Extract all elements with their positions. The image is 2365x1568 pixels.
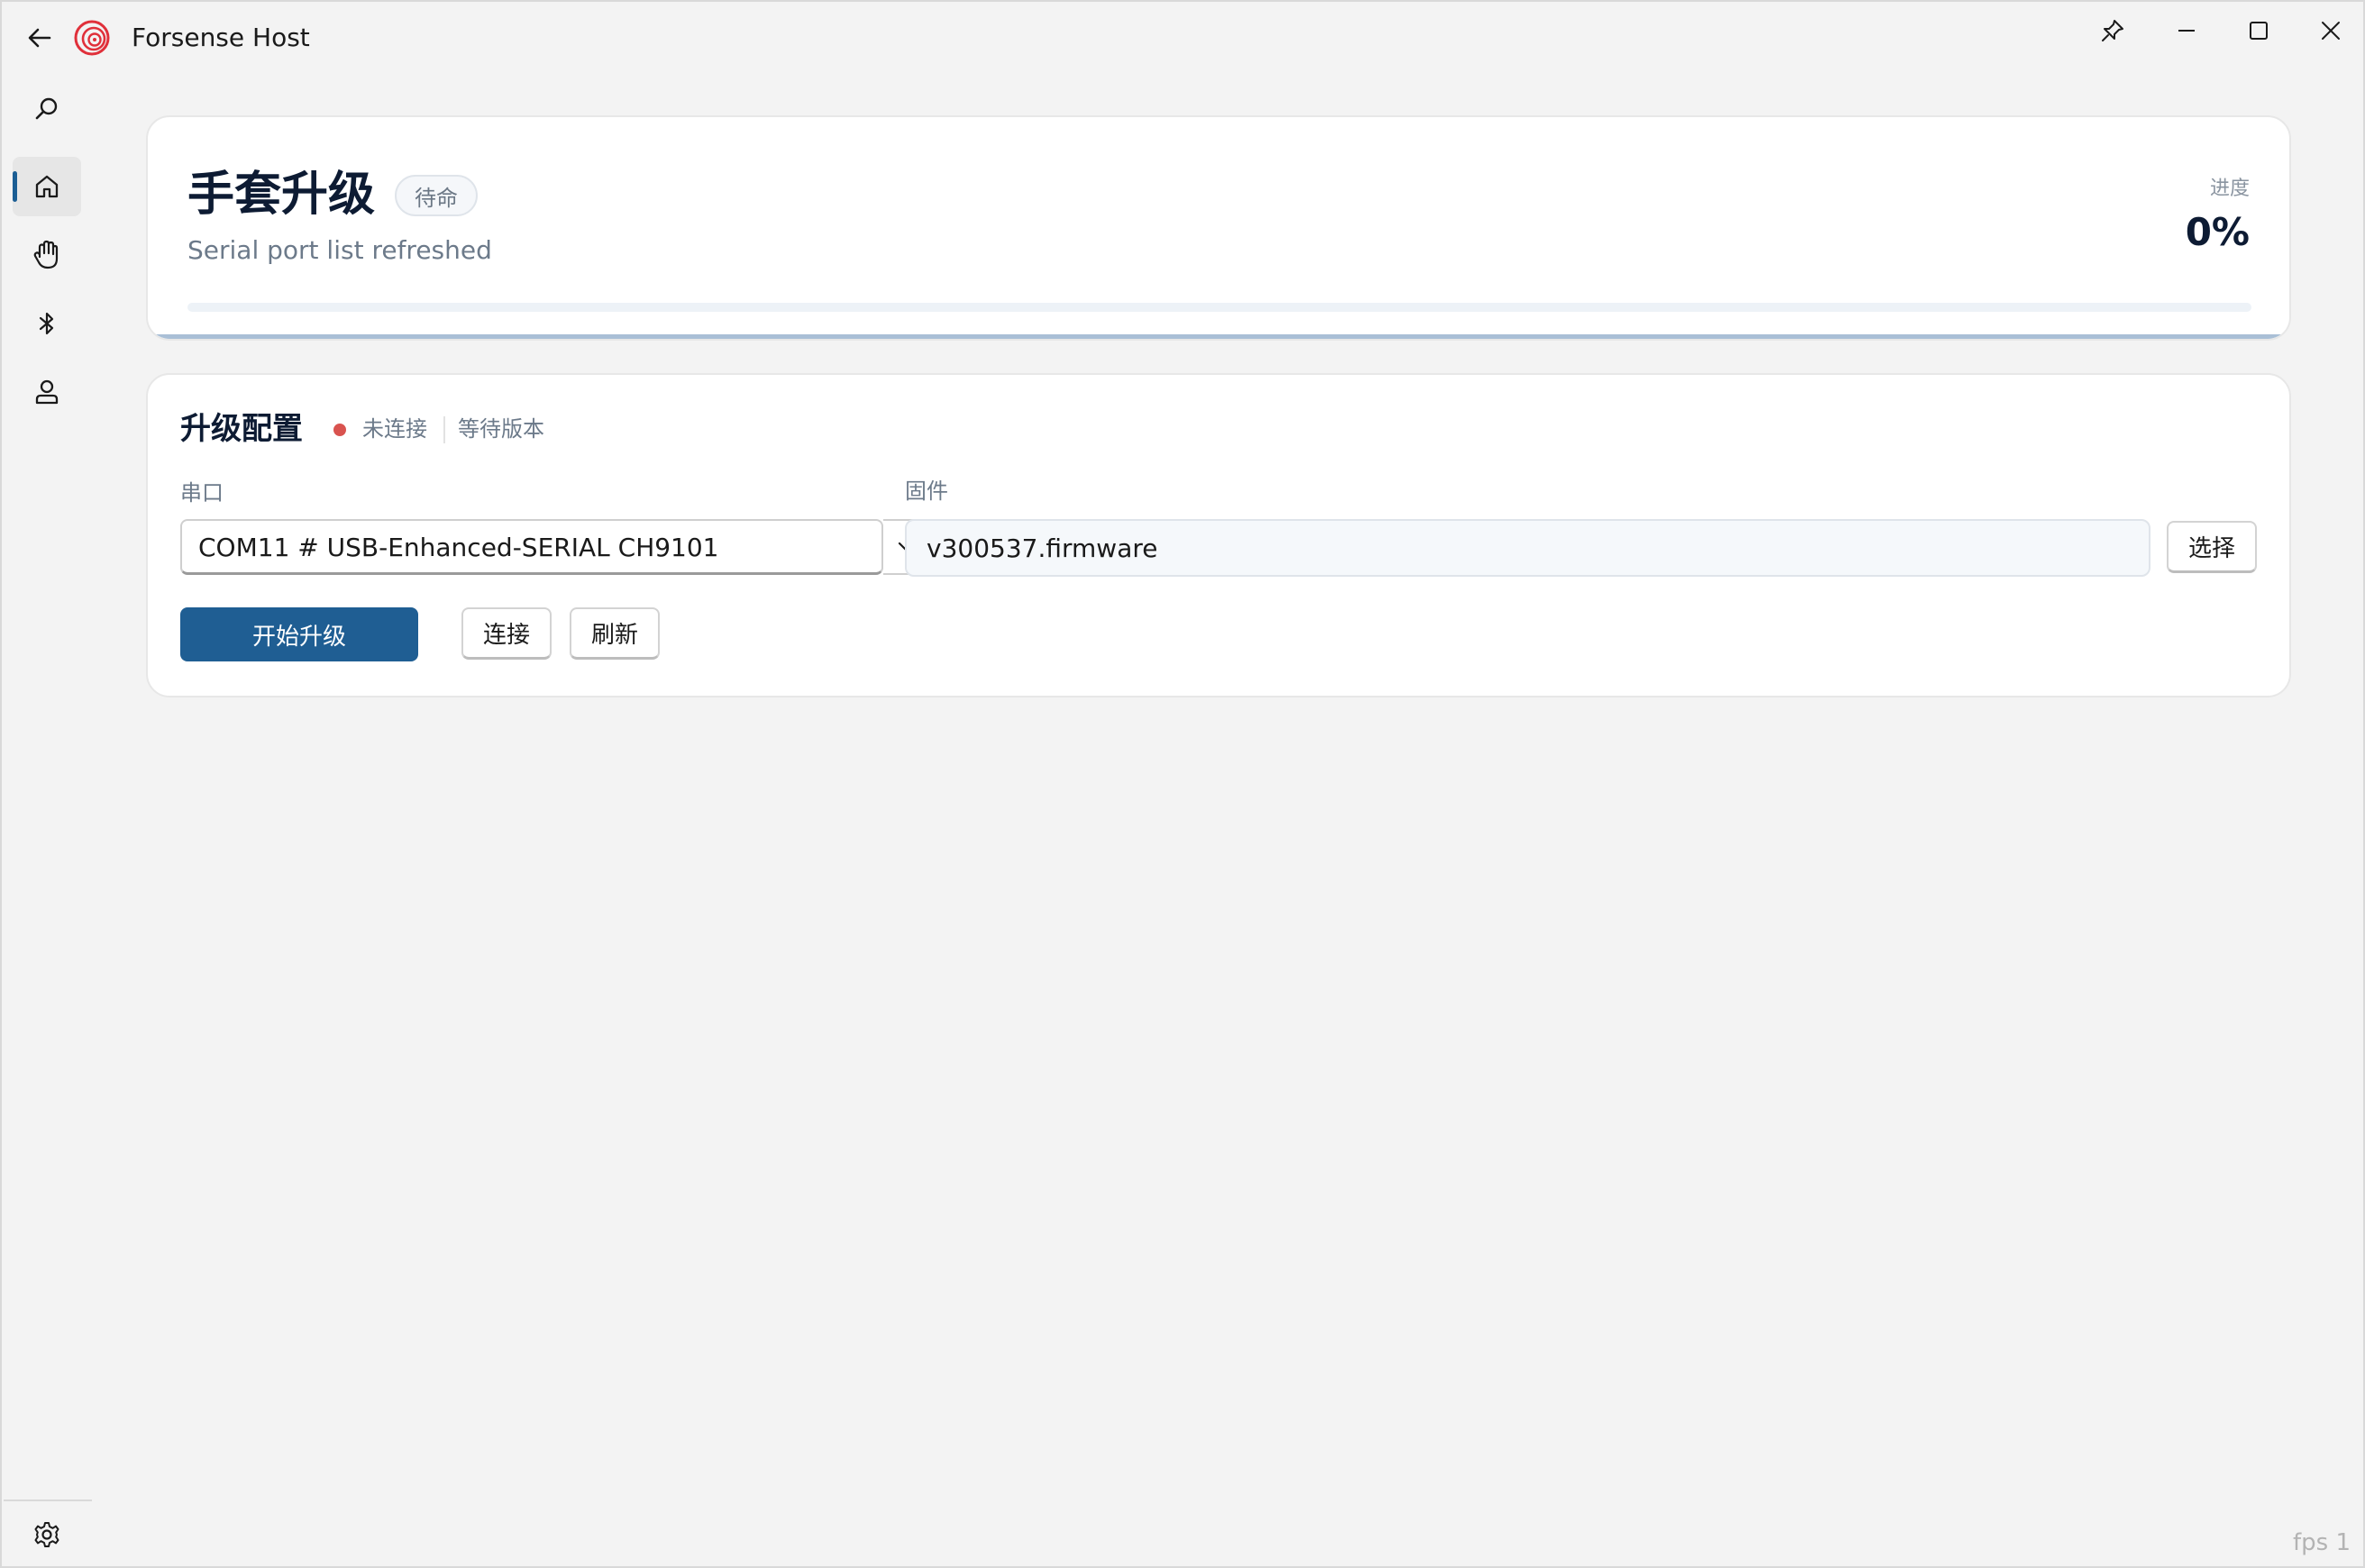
sidebar-item-search[interactable] xyxy=(13,79,81,139)
sidebar-item-settings[interactable] xyxy=(13,1505,81,1564)
active-nav-indicator xyxy=(13,171,17,202)
home-icon xyxy=(35,175,59,198)
fps-counter: fps 1 xyxy=(2292,1529,2351,1556)
window-title: Forsense Host xyxy=(132,23,310,52)
upgrade-config-card: 升级配置 未连接 等待版本 串口 COM11 # USB-Enhanced-SE… xyxy=(146,373,2291,697)
title-bar: Forsense Host xyxy=(2,2,2363,72)
connect-button[interactable]: 连接 xyxy=(461,607,552,660)
firmware-input[interactable] xyxy=(905,519,2150,577)
maximize-button[interactable] xyxy=(2232,11,2286,50)
pin-icon xyxy=(2102,20,2123,41)
sidebar-item-home[interactable] xyxy=(13,157,81,216)
page-title: 手套升级 xyxy=(187,168,376,222)
arrow-left-icon xyxy=(28,28,51,48)
config-title: 升级配置 xyxy=(180,411,303,447)
hand-icon xyxy=(33,240,59,269)
status-separator xyxy=(443,416,445,443)
firmware-label: 固件 xyxy=(905,479,948,504)
maximize-icon xyxy=(2250,22,2268,40)
serial-port-select[interactable]: COM11 # USB-Enhanced-SERIAL CH9101 xyxy=(180,519,883,575)
connection-status: 未连接 xyxy=(362,416,427,442)
refresh-button[interactable]: 刷新 xyxy=(570,607,660,660)
start-upgrade-button[interactable]: 开始升级 xyxy=(180,607,418,661)
upgrade-status-card: 手套升级 待命 Serial port list refreshed 进度 0% xyxy=(146,115,2291,341)
pin-button[interactable] xyxy=(2086,11,2140,50)
card-accent-line xyxy=(148,334,2289,339)
sidebar-divider xyxy=(4,1500,92,1501)
settings-icon xyxy=(34,1522,59,1547)
spiral-logo-icon xyxy=(74,20,110,56)
search-icon xyxy=(35,97,58,120)
app-window: Forsense Host 手套升级 待命 Serial port list r… xyxy=(0,0,2365,1568)
version-status: 等待版本 xyxy=(458,416,544,442)
progress-label: 进度 xyxy=(2209,178,2250,200)
sidebar-item-glove[interactable] xyxy=(13,225,81,285)
close-icon xyxy=(2322,22,2340,40)
status-badge: 待命 xyxy=(395,175,478,216)
status-message: Serial port list refreshed xyxy=(187,235,492,265)
sidebar-item-account[interactable] xyxy=(13,362,81,422)
serial-port-label: 串口 xyxy=(180,480,224,506)
minimize-icon xyxy=(2178,30,2195,32)
app-logo xyxy=(72,18,112,58)
serial-port-selected: COM11 # USB-Enhanced-SERIAL CH9101 xyxy=(198,533,719,562)
progress-value: 0% xyxy=(2185,210,2250,254)
bluetooth-icon xyxy=(39,312,54,335)
close-button[interactable] xyxy=(2304,11,2358,50)
connection-status-dot xyxy=(333,424,346,436)
back-button[interactable] xyxy=(20,18,59,58)
sidebar-item-bluetooth[interactable] xyxy=(13,294,81,353)
minimize-button[interactable] xyxy=(2160,11,2214,50)
progress-bar xyxy=(187,303,2251,312)
user-icon xyxy=(35,379,59,405)
choose-firmware-button[interactable]: 选择 xyxy=(2167,521,2257,573)
